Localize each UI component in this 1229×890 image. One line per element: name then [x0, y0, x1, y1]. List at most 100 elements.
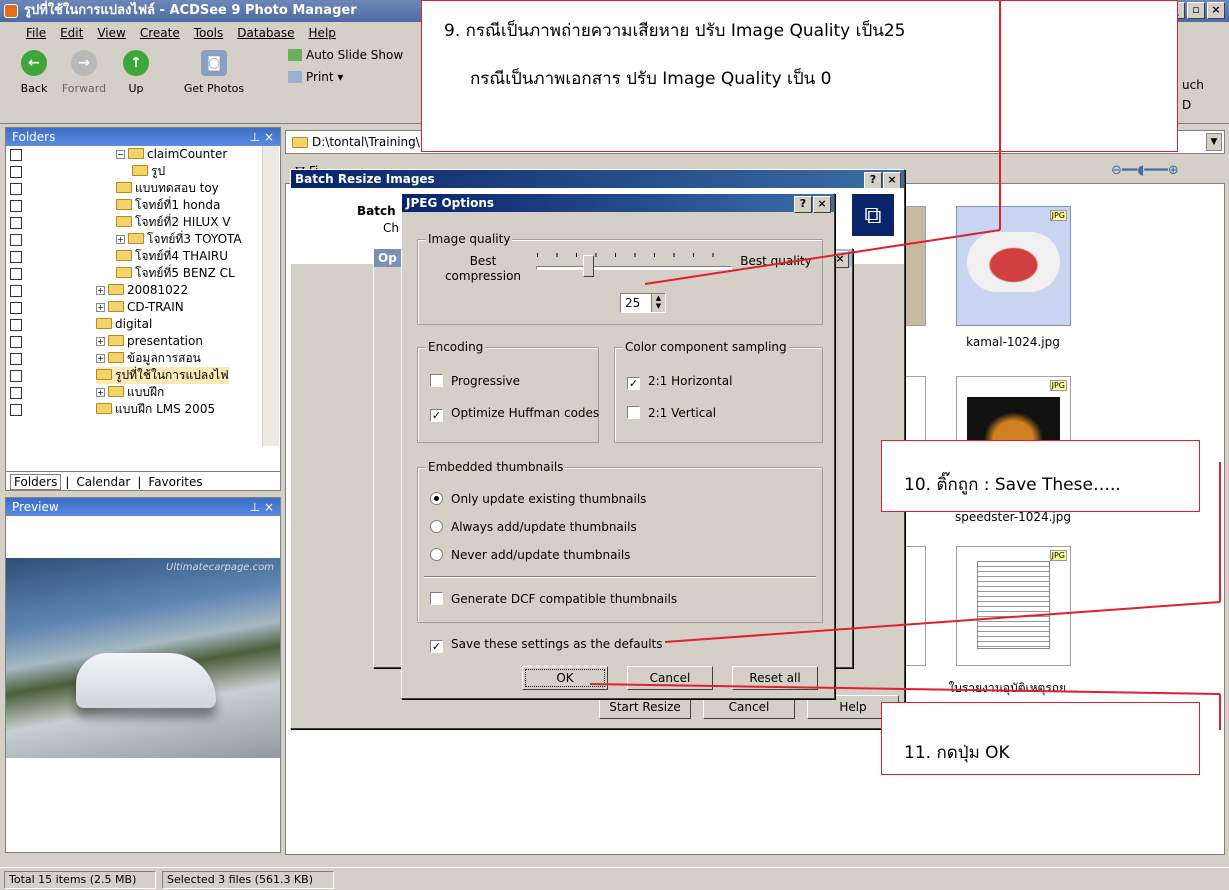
menu-file[interactable]: File — [26, 26, 46, 40]
expand-icon[interactable]: + — [96, 354, 105, 363]
forward-button[interactable]: → Forward — [56, 50, 112, 95]
expand-icon[interactable]: + — [116, 235, 125, 244]
quality-slider[interactable] — [536, 253, 732, 277]
vertical-checkbox[interactable]: 2:1 Vertical — [627, 406, 716, 420]
folder-checkbox[interactable] — [10, 370, 22, 382]
dcf-checkbox[interactable]: Generate DCF compatible thumbnails — [430, 592, 677, 606]
folder-checkbox[interactable] — [10, 353, 22, 365]
quality-slider-thumb[interactable] — [582, 255, 594, 277]
folder-checkbox[interactable] — [10, 166, 22, 178]
folder-checkbox[interactable] — [10, 404, 22, 416]
folder-item[interactable]: แบบฝึก LMS 2005 — [96, 401, 215, 418]
chevron-down-icon[interactable]: ▼ — [1206, 133, 1222, 151]
up-button[interactable]: ↑ Up — [108, 50, 164, 95]
slideshow-icon — [288, 49, 302, 61]
folder-item[interactable]: digital — [96, 316, 152, 333]
folder-checkbox[interactable] — [10, 268, 22, 280]
back-button[interactable]: ← Back — [6, 50, 62, 95]
expand-icon[interactable]: + — [96, 303, 105, 312]
menu-create[interactable]: Create — [140, 26, 180, 40]
expand-icon[interactable]: − — [116, 150, 125, 159]
radio-always-add[interactable]: Always add/update thumbnails — [430, 520, 637, 534]
zoom-slider[interactable]: ⊖━━◖━━━⊕ — [1111, 163, 1179, 178]
radio-never-add[interactable]: Never add/update thumbnails — [430, 548, 630, 562]
radio-selected-icon — [430, 492, 443, 505]
folder-item[interactable]: − claimCounter — [116, 146, 227, 163]
folder-checkbox[interactable] — [10, 200, 22, 212]
print-button[interactable]: Print ▾ — [288, 70, 343, 84]
preview-title: Preview — [12, 500, 59, 514]
folder-label: โจทย์ที่4 THAIRU — [135, 249, 228, 263]
thumbnail-kamal[interactable]: JPG — [956, 206, 1071, 326]
tab-folders[interactable]: Folders — [10, 473, 62, 490]
folder-item[interactable]: +20081022 — [96, 282, 188, 299]
folder-item[interactable]: รูป — [132, 163, 165, 180]
tab-calendar[interactable]: Calendar — [73, 475, 133, 489]
folder-tree[interactable]: − claimCounter รูป แบบทดสอบ toy โจทย์ที่1 ho… — [6, 146, 280, 446]
annotation-10: 10. ติ๊กถูก : Save These….. — [881, 440, 1200, 512]
folder-icon — [116, 216, 132, 227]
folder-item[interactable]: โจทย์ที่2 HILUX V — [116, 214, 230, 231]
folder-checkbox[interactable] — [10, 234, 22, 246]
spin-arrows-icon[interactable]: ▲ ▼ — [651, 294, 665, 312]
panel-close-icon[interactable]: ⊥ × — [250, 128, 274, 146]
menu-database[interactable]: Database — [237, 26, 294, 40]
folder-item[interactable]: รูปที่ใช้ในการแปลงไฟ — [96, 367, 229, 384]
radio-only-update-label: Only update existing thumbnails — [451, 492, 647, 506]
folder-checkbox[interactable] — [10, 302, 22, 314]
folder-item[interactable]: + แบบฝึก — [96, 384, 164, 401]
thumbnail-report[interactable]: JPG — [956, 546, 1071, 666]
radio-only-update[interactable]: Only update existing thumbnails — [430, 492, 646, 506]
ok-button[interactable]: OK — [522, 666, 608, 690]
folder-item[interactable]: + presentation — [96, 333, 203, 350]
close-icon[interactable]: × — [813, 196, 831, 213]
reset-all-button[interactable]: Reset all — [732, 666, 818, 690]
folder-checkbox[interactable] — [10, 336, 22, 348]
slideshow-label: Auto Slide Show — [306, 48, 404, 62]
slideshow-button[interactable]: Auto Slide Show — [288, 48, 403, 62]
menu-edit[interactable]: Edit — [60, 26, 83, 40]
folder-checkbox[interactable] — [10, 251, 22, 263]
folder-checkbox[interactable] — [10, 217, 22, 229]
tree-scrollbar[interactable] — [262, 146, 279, 446]
jpeg-cancel-button[interactable]: Cancel — [627, 666, 713, 690]
folder-item[interactable]: โจทย์ที่5 BENZ CL — [116, 265, 235, 282]
folder-checkbox[interactable] — [10, 149, 22, 161]
folder-label: digital — [115, 317, 153, 331]
close-icon[interactable]: × — [883, 172, 901, 189]
folder-checkbox[interactable] — [10, 183, 22, 195]
folder-item[interactable]: แบบทดสอบ toy — [116, 180, 219, 197]
expand-icon[interactable]: + — [96, 286, 105, 295]
folder-checkbox[interactable] — [10, 285, 22, 297]
optimize-huffman-checkbox[interactable]: ✓ Optimize Huffman codes — [430, 406, 599, 422]
folder-checkbox[interactable] — [10, 387, 22, 399]
folder-item[interactable]: + โจทย์ที่3 TOYOTA — [116, 231, 242, 248]
expand-icon[interactable]: + — [96, 388, 105, 397]
help-icon[interactable]: ? — [864, 172, 882, 189]
jpg-badge-icon: JPG — [1049, 380, 1067, 391]
maximize-icon[interactable]: ▫ — [1187, 2, 1205, 19]
horizontal-checkbox[interactable]: ✓ 2:1 Horizontal — [627, 374, 732, 390]
folder-icon — [116, 250, 132, 261]
menu-help[interactable]: Help — [309, 26, 336, 40]
jpeg-dialog-title: JPEG Options ? × — [402, 194, 834, 213]
folder-item[interactable]: โจทย์ที่4 THAIRU — [116, 248, 228, 265]
folders-panel-header: Folders ⊥ × — [6, 128, 280, 146]
folder-checkbox[interactable] — [10, 319, 22, 331]
folder-item[interactable]: โจทย์ที่1 honda — [116, 197, 220, 214]
preview-panel-header: Preview ⊥ × — [6, 498, 280, 516]
path-text: D:\tontal\Training\ — [312, 135, 420, 149]
folder-item[interactable]: + CD-TRAIN — [96, 299, 184, 316]
get-photos-button[interactable]: ◙ Get Photos — [176, 50, 252, 95]
folder-icon — [108, 386, 124, 397]
tab-favorites[interactable]: Favorites — [145, 475, 205, 489]
menu-tools[interactable]: Tools — [194, 26, 224, 40]
close-icon[interactable]: × — [1207, 2, 1225, 19]
help-icon[interactable]: ? — [794, 196, 812, 213]
folder-item[interactable]: + ข้อมูลการสอน — [96, 350, 201, 367]
quality-stepper[interactable]: 25 ▲ ▼ — [620, 293, 666, 313]
save-defaults-checkbox[interactable]: ✓ Save these settings as the defaults — [430, 637, 662, 653]
progressive-checkbox[interactable]: Progressive — [430, 374, 520, 388]
expand-icon[interactable]: + — [96, 337, 105, 346]
menu-view[interactable]: View — [97, 26, 125, 40]
